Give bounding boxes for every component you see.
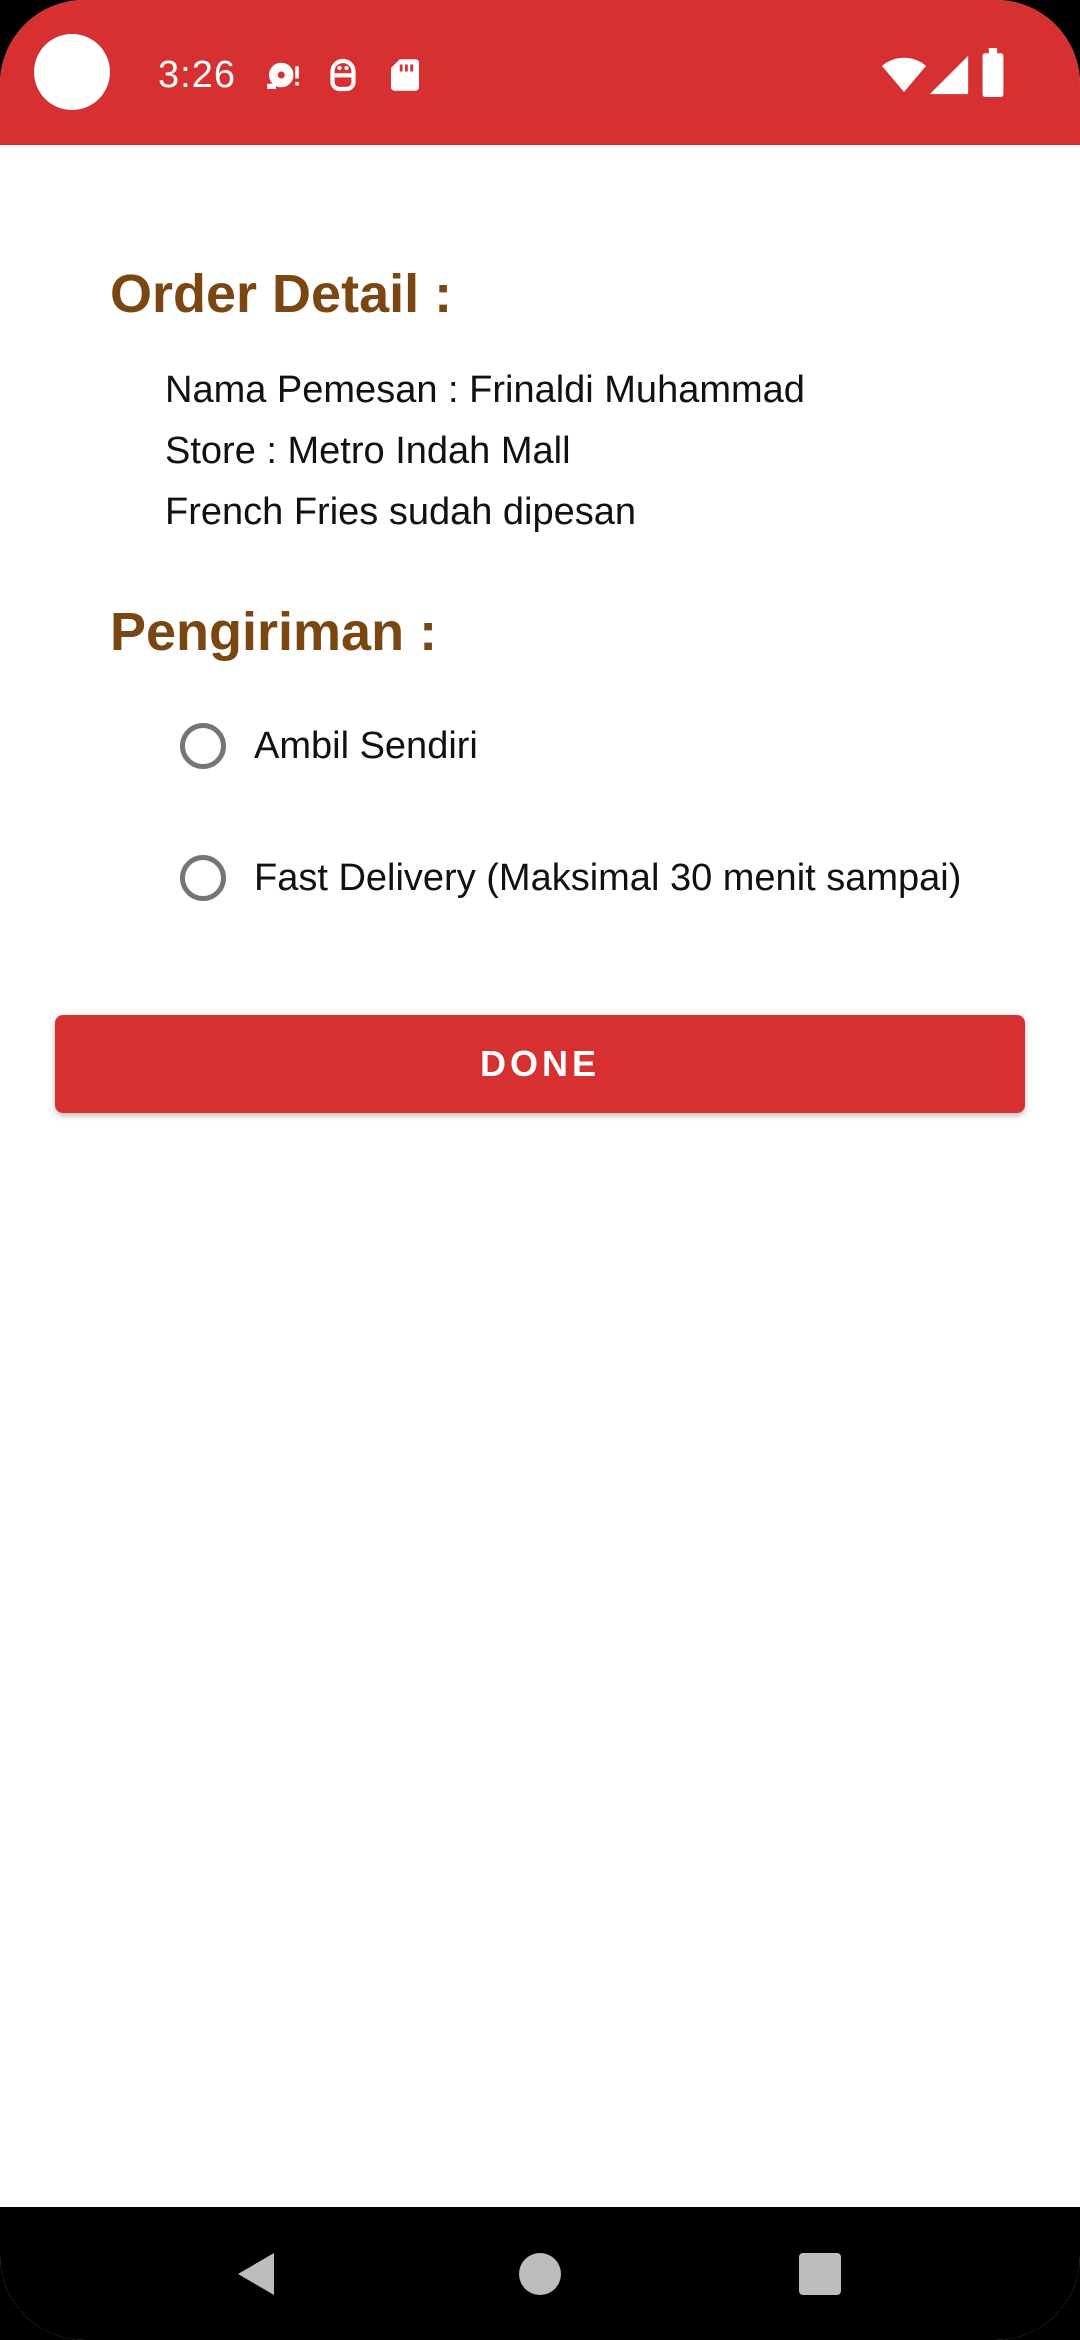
radio-option-ambil-sendiri[interactable]: Ambil Sendiri [180, 716, 478, 776]
recents-icon [798, 2252, 842, 2296]
back-icon [234, 2249, 278, 2299]
media-playback-icon [262, 54, 304, 96]
navigation-bar [0, 2207, 1080, 2340]
radio-label: Ambil Sendiri [254, 725, 478, 767]
camera-cutout [34, 34, 110, 110]
radio-label: Fast Delivery (Maksimal 30 menit sampai) [254, 857, 962, 899]
android-debug-icon [322, 54, 364, 96]
home-button[interactable] [480, 2207, 600, 2340]
wifi-icon [880, 50, 928, 98]
status-time: 3:26 [158, 54, 236, 96]
customer-name-text: Nama Pemesan : Frinaldi Muhammad [165, 369, 805, 411]
store-text: Store : Metro Indah Mall [165, 430, 571, 472]
order-detail-title: Order Detail : [110, 264, 453, 324]
phone-screen: 3:26 Order Detail : Nama Pemesan : Frina… [0, 0, 1080, 2340]
ordered-item-text: French Fries sudah dipesan [165, 491, 637, 533]
battery-icon [978, 48, 1008, 98]
radio-button[interactable] [180, 723, 226, 769]
back-button[interactable] [196, 2207, 316, 2340]
home-icon [518, 2252, 562, 2296]
sd-card-icon [384, 54, 426, 96]
recents-button[interactable] [760, 2207, 880, 2340]
radio-option-fast-delivery[interactable]: Fast Delivery (Maksimal 30 menit sampai) [180, 848, 961, 908]
cellular-signal-icon [926, 52, 972, 98]
radio-button[interactable] [180, 855, 226, 901]
status-bar: 3:26 [0, 0, 1080, 145]
shipping-title: Pengiriman : [110, 602, 438, 662]
done-button[interactable]: DONE [55, 1015, 1025, 1113]
